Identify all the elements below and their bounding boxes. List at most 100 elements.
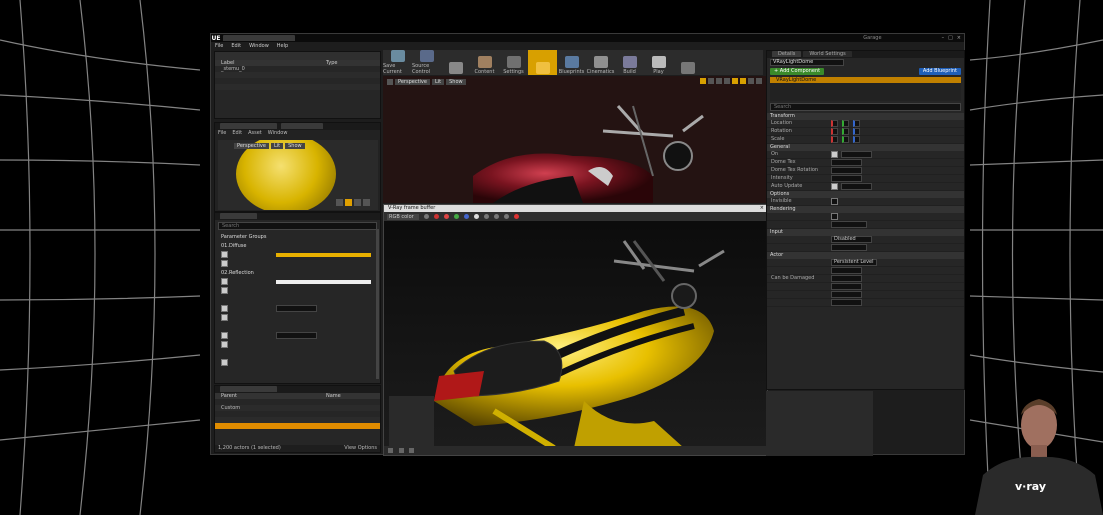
mono-icon[interactable] [484,214,489,219]
toolbar-button[interactable]: Cinematics [586,50,615,75]
toolbar-button[interactable]: Content [470,50,499,75]
viewport-menu-icon[interactable] [387,79,393,85]
translate-icon[interactable] [700,78,706,84]
mat-show-button[interactable]: Show [285,143,305,149]
channel-select[interactable]: RGB color [387,213,419,220]
vfb-close-icon[interactable]: × [760,205,764,212]
rotate-icon[interactable] [708,78,714,84]
render-icon[interactable] [514,214,519,219]
clear-image-icon[interactable] [434,214,439,219]
parameter-checkbox[interactable] [221,359,228,366]
rotation-z[interactable] [853,128,860,135]
editor-tab[interactable] [223,35,295,41]
toolbar-button[interactable]: Settings [499,50,528,75]
input-priority-field[interactable] [831,244,867,251]
sphere-icon[interactable] [345,199,352,206]
scene-outliner-row[interactable] [215,423,380,429]
property-checkbox[interactable] [831,151,838,158]
toolbar-button[interactable] [528,50,557,75]
column-type[interactable]: Type [326,60,337,66]
color-swatch[interactable] [276,252,371,257]
plane-icon[interactable] [354,199,361,206]
outliner-row[interactable] [215,90,380,96]
mat-menu-window[interactable]: Window [265,130,291,137]
mat-perspective-button[interactable]: Perspective [234,143,269,149]
track-mouse-icon[interactable] [494,214,499,219]
parameter-checkbox[interactable] [221,332,228,339]
parameter-row[interactable] [215,304,380,313]
property-value[interactable] [831,275,862,282]
menu-window[interactable]: Window [245,43,273,49]
world-icon[interactable] [724,78,730,84]
region-render-icon[interactable] [504,214,509,219]
general-section[interactable]: General [767,144,964,151]
toolbar-button[interactable]: Save Current [383,50,412,75]
level-viewport[interactable]: Perspective Lit Show [383,76,766,203]
blue-channel-icon[interactable] [464,214,469,219]
actor-name-field[interactable]: VRayLightDome [770,59,844,66]
parameter-checkbox[interactable] [221,305,228,312]
material-tab[interactable] [220,123,277,129]
toolbar-button[interactable]: Play [644,50,673,75]
add-blueprint-button[interactable]: Add Blueprint [918,68,961,75]
perspective-button[interactable]: Perspective [395,79,430,85]
parameter-row[interactable] [215,313,380,322]
toolbar-button[interactable] [673,50,702,75]
red-channel-icon[interactable] [444,214,449,219]
parameter-checkbox[interactable] [221,341,228,348]
input-section[interactable]: Input [767,229,964,236]
parameter-checkbox[interactable] [221,287,228,294]
parameter-row[interactable] [215,277,380,286]
property-value[interactable] [831,267,862,274]
cylinder-icon[interactable] [336,199,343,206]
parameter-row[interactable] [215,349,380,358]
column-name[interactable]: Name [326,393,341,399]
parameter-row[interactable] [215,331,380,340]
transform-section[interactable]: Transform [767,113,964,120]
parameter-row[interactable] [215,340,380,349]
property-value[interactable] [831,291,862,298]
alpha-channel-icon[interactable] [474,214,479,219]
mat-lit-button[interactable]: Lit [270,143,284,149]
property-value[interactable] [831,175,862,182]
scale-z[interactable] [853,136,860,143]
property-checkbox[interactable] [831,183,838,190]
parameter-row[interactable] [215,259,380,268]
rotation-y[interactable] [842,128,849,135]
mat-menu-asset[interactable]: Asset [245,130,265,137]
property-value[interactable] [831,167,862,174]
property-value[interactable] [841,151,872,158]
world-settings-tab[interactable]: World Settings [803,51,852,57]
menu-edit[interactable]: Edit [227,43,245,49]
vfb-history-icon[interactable] [388,448,393,453]
parameter-row[interactable]: Parameter Groups [215,232,380,241]
invisible-checkbox[interactable] [831,198,838,205]
property-value[interactable] [831,283,862,290]
cube-icon[interactable] [363,199,370,206]
toolbar-button[interactable]: Build [615,50,644,75]
rendering-section[interactable]: Rendering [767,206,964,213]
options-section[interactable]: Options [767,191,964,198]
mat-menu-file[interactable]: File [215,130,229,137]
toolbar-button[interactable]: Blueprints [557,50,586,75]
material-preview[interactable]: Perspective Lit Show [218,140,378,210]
scale-y[interactable] [842,136,849,143]
toolbar-button[interactable] [441,50,470,75]
scene-outliner-tab-button[interactable] [220,386,277,392]
angle-snap-icon[interactable] [740,78,746,84]
location-z[interactable] [853,120,860,127]
view-options-button[interactable]: View Options [344,445,377,452]
vfb-lens-icon[interactable] [398,448,404,453]
parameters-scrollbar[interactable] [376,229,379,379]
details-tab-button[interactable]: Details [772,51,802,57]
component-child[interactable] [770,89,961,95]
property-value[interactable] [841,183,872,190]
vfb-render-view[interactable] [384,221,767,448]
parameter-row[interactable] [215,286,380,295]
maximize-viewport-icon[interactable] [756,78,762,84]
parameter-value[interactable] [276,332,317,339]
close-icon[interactable]: × [957,35,961,41]
maximize-icon[interactable]: □ [948,35,953,41]
parameters-search[interactable]: Search [218,222,377,230]
parameter-row[interactable] [215,367,380,376]
